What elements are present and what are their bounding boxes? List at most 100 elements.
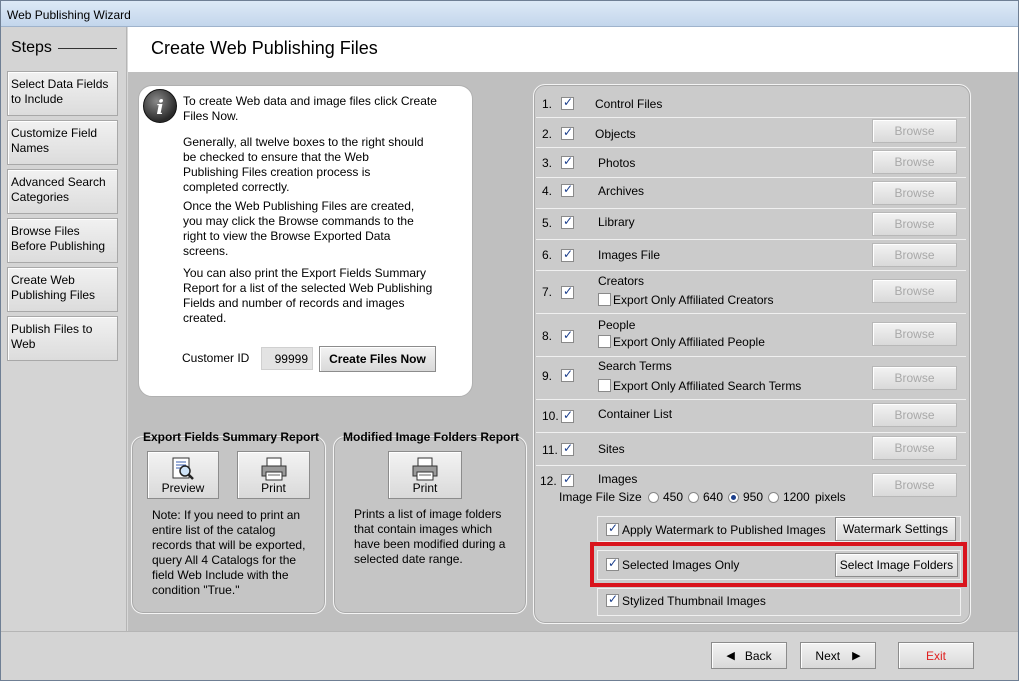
container-list-checkbox[interactable] [561,408,574,423]
left-arrow-icon: ◀ [726,649,735,662]
browse-images-button[interactable]: Browse [872,473,957,497]
search-terms-checkbox[interactable] [561,367,574,382]
window-title: Web Publishing Wizard [7,8,131,22]
row-number: 8. [542,329,553,343]
people-checkbox[interactable] [561,328,574,343]
text-line: Note: If you need to print an [152,508,301,522]
text-line: field Web Include with the [152,568,289,582]
text-line: Once the Web Publishing Files are create… [183,199,415,213]
printer-icon [412,457,438,481]
next-label: Next [815,648,841,663]
export-note: Note: If you need to print an entire lis… [152,508,305,598]
row-divider [536,177,966,178]
watermark-settings-button[interactable]: Watermark Settings [835,517,956,541]
row-divider [536,432,966,433]
printer-icon [261,457,286,481]
browse-container-list-button[interactable]: Browse [872,403,957,427]
affiliated-people-label: Export Only Affiliated People [613,335,765,349]
browse-library-button[interactable]: Browse [872,212,957,236]
sites-checkbox[interactable] [561,441,574,456]
row-number: 3. [542,156,553,170]
step-label-line1: Create Web [11,273,75,287]
exit-button[interactable]: Exit [898,642,974,669]
archives-checkbox[interactable] [561,182,574,197]
stylized-thumbnail-label: Stylized Thumbnail Images [622,594,766,608]
customer-id-field[interactable]: 99999 [261,347,313,370]
row-divider [536,147,966,148]
library-checkbox[interactable] [561,214,574,229]
browse-images-file-button[interactable]: Browse [872,243,957,267]
images-checkbox[interactable] [561,472,574,487]
preview-button[interactable]: Preview [147,451,219,499]
row-divider [536,208,966,209]
row-number: 10. [542,409,559,423]
photos-checkbox[interactable] [561,154,574,169]
create-files-now-button[interactable]: Create Files Now [319,346,436,372]
search-terms-label: Search Terms [598,359,672,373]
instructions-paragraph-2: Generally, all twelve boxes to the right… [183,135,453,195]
text-line: selected date range. [354,552,463,566]
text-line: To create Web data and image files click… [183,94,437,108]
browse-search-terms-button[interactable]: Browse [872,366,957,390]
browse-photos-button[interactable]: Browse [872,150,957,174]
text-line: right to view the Browse Exported Data [183,229,391,243]
text-line: condition "True." [152,583,240,597]
row-divider [536,117,966,118]
step-label-line1: Customize Field [11,126,98,140]
size-1200-radio[interactable] [768,492,779,503]
affiliated-people-checkbox[interactable] [598,335,611,348]
browse-archives-button[interactable]: Browse [872,181,957,205]
text-line: Files Now. [183,109,239,123]
step-select-data-fields[interactable]: Select Data Fields to Include [7,71,118,116]
text-line: you may click the Browse commands to the [183,214,414,228]
text-line: Generally, all twelve boxes to the right… [183,135,424,149]
text-line: You can also print the Export Fields Sum… [183,266,427,280]
browse-objects-button[interactable]: Browse [872,119,957,143]
browse-people-button[interactable]: Browse [872,322,957,346]
images-file-checkbox[interactable] [561,247,574,262]
export-print-button[interactable]: Print [237,451,310,499]
size-950-radio[interactable] [728,492,739,503]
browse-creators-button[interactable]: Browse [872,279,957,303]
modified-folders-title: Modified Image Folders Report [343,430,520,444]
control-files-checkbox[interactable] [561,95,574,110]
row-number: 12. [540,474,557,488]
images-label: Images [598,472,638,486]
browse-sites-button[interactable]: Browse [872,436,957,460]
objects-checkbox[interactable] [561,125,574,140]
archives-label: Archives [598,184,645,198]
stylized-thumbnail-checkbox[interactable] [606,592,619,607]
title-bar: Web Publishing Wizard [1,1,1018,27]
creators-checkbox[interactable] [561,284,574,299]
creators-label: Creators [598,274,645,288]
watermark-checkbox[interactable] [606,521,619,536]
page-header: Create Web Publishing Files [128,27,1018,72]
images-file-label: Images File [598,248,661,262]
step-publish-files-to-web[interactable]: Publish Files to Web [7,316,118,361]
text-line: screens. [183,244,229,258]
row-divider [536,239,966,240]
affiliated-creators-checkbox[interactable] [598,293,611,306]
step-customize-field-names[interactable]: Customize Field Names [7,120,118,165]
row-number: 6. [542,248,553,262]
step-advanced-search-categories[interactable]: Advanced Search Categories [7,169,118,214]
steps-heading: Steps [11,39,52,56]
back-button[interactable]: ◀ Back [711,642,787,669]
instructions-paragraph-3: Once the Web Publishing Files are create… [183,199,453,259]
step-create-web-publishing-files[interactable]: Create Web Publishing Files [7,267,118,312]
modified-print-button[interactable]: Print [388,451,462,499]
size-450-radio[interactable] [648,492,659,503]
step-label-line1: Publish Files to [11,322,93,336]
image-size-label: Image File Size [559,490,642,504]
text-line: Fields and number of records and images [183,296,405,310]
row-number: 7. [542,285,553,299]
step-label-line2: Categories [11,190,70,204]
text-line: Publishing Files creation process is [183,165,371,179]
next-button[interactable]: Next ▶ [800,642,876,669]
step-browse-files[interactable]: Browse Files Before Publishing [7,218,118,263]
affiliated-search-terms-checkbox[interactable] [598,379,611,392]
text-line: Prints a list of image folders [354,507,502,521]
size-640-radio[interactable] [688,492,699,503]
highlight-box [590,542,967,587]
text-line: records that will be exported, [152,538,306,552]
